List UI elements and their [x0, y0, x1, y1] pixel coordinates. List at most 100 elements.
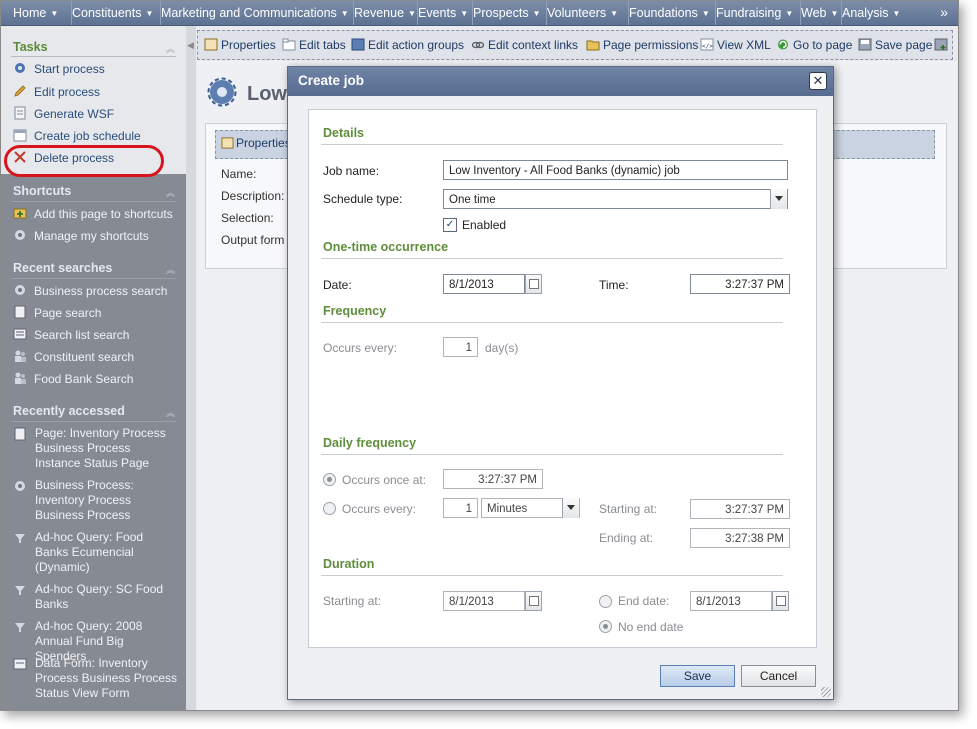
recent-item-label: Ad-hoc Query: Food Banks Ecumencial (Dyn…	[35, 530, 144, 574]
page-icon	[14, 305, 26, 319]
toolbar-save-page[interactable]: Save page	[858, 31, 932, 59]
recent-item[interactable]: Ad-hoc Query: Food Banks Ecumencial (Dyn…	[13, 530, 178, 575]
duration-start-date-input[interactable]: 8/1/2013	[443, 591, 525, 611]
list-icon	[13, 328, 27, 340]
chevron-down-icon: ▼	[892, 9, 901, 18]
chevron-down-icon[interactable]	[770, 189, 787, 209]
dialog-title: Create job	[298, 73, 365, 88]
daily-ending-label: Ending at:	[599, 531, 654, 545]
time-input[interactable]: 3:27:37 PM	[690, 274, 790, 294]
recent-search-item[interactable]: Constituent search	[13, 347, 134, 367]
divider	[11, 278, 176, 279]
nav-home[interactable]: Home ▼	[7, 1, 72, 25]
task-start-process[interactable]: Start process	[13, 59, 105, 79]
calendar-icon	[13, 129, 27, 142]
shortcut-add-page[interactable]: Add this page to shortcuts	[13, 204, 173, 224]
toolbar-more[interactable]	[934, 31, 951, 59]
nav-constituents[interactable]: Constituents ▼	[66, 1, 161, 25]
occurs-every-days-input[interactable]: 1	[443, 337, 478, 357]
nav-label: Events	[418, 6, 457, 20]
occurs-once-time-input[interactable]: 3:27:37 PM	[443, 469, 543, 489]
collapse-left-icon[interactable]: ◀	[187, 40, 194, 51]
job-name-label: Job name:	[323, 164, 380, 178]
divider	[321, 454, 783, 455]
collapse-icon[interactable]: ︽	[166, 263, 175, 276]
toolbar-page-permissions[interactable]: Page permissions	[586, 31, 698, 59]
date-input[interactable]: 8/1/2013	[443, 274, 525, 294]
sidebar-splitter[interactable]: ◀	[186, 26, 196, 710]
collapse-icon[interactable]: ︽	[166, 406, 175, 419]
recent-search-item[interactable]: Page search	[13, 303, 101, 323]
calendar-icon[interactable]	[525, 274, 542, 294]
collapse-icon[interactable]: ︽	[166, 186, 175, 199]
daily-ending-time-input[interactable]: 3:27:38 PM	[690, 528, 790, 548]
calendar-icon[interactable]	[525, 591, 542, 611]
no-end-date-label: No end date	[618, 620, 684, 634]
schedule-type-select[interactable]: One time	[443, 189, 788, 209]
frequency-heading: Frequency	[323, 304, 387, 318]
toolbar-edit-action-groups[interactable]: Edit action groups	[351, 31, 464, 59]
recent-search-label: Constituent search	[34, 350, 135, 364]
nav-foundations[interactable]: Foundations ▼	[623, 1, 716, 25]
toolbar-edit-tabs[interactable]: Edit tabs	[282, 31, 346, 59]
toolbar-edit-context-links[interactable]: Edit context links	[471, 31, 578, 59]
task-generate-wsf[interactable]: Generate WSF	[13, 104, 114, 124]
job-name-input[interactable]: Low Inventory - All Food Banks (dynamic)…	[443, 160, 788, 180]
save-button[interactable]: Save	[660, 665, 735, 687]
enabled-label: Enabled	[462, 218, 507, 232]
time-label: Time:	[599, 278, 629, 292]
recent-search-item[interactable]: Search list search	[13, 325, 129, 345]
daily-starting-time-input[interactable]: 3:27:37 PM	[690, 499, 790, 519]
calendar-icon[interactable]	[772, 591, 789, 611]
svg-text:</>: </>	[702, 43, 713, 50]
field-label: Name:	[221, 167, 257, 181]
enabled-checkbox[interactable]: ✓	[443, 218, 457, 232]
occurs-once-label: Occurs once at:	[342, 473, 427, 487]
add-shortcut-icon	[13, 208, 27, 219]
schedule-type-label: Schedule type:	[323, 192, 403, 206]
shortcut-manage[interactable]: Manage my shortcuts	[13, 226, 149, 246]
nav-more-button[interactable]: »	[940, 1, 948, 25]
nav-web[interactable]: Web ▼	[795, 1, 842, 25]
people-icon	[15, 350, 26, 362]
chevron-down-icon: ▼	[785, 9, 794, 18]
recent-item[interactable]: Data Form: Inventory Process Business Pr…	[13, 656, 178, 701]
end-date-input[interactable]: 8/1/2013	[690, 591, 772, 611]
nav-events[interactable]: Events ▼	[412, 1, 473, 25]
nav-prospects[interactable]: Prospects ▼	[467, 1, 547, 25]
properties-tab-label: Properties	[221, 136, 291, 150]
cancel-button[interactable]: Cancel	[741, 665, 816, 687]
recent-item[interactable]: Page: Inventory Process Business Process…	[13, 426, 178, 471]
task-edit-process[interactable]: Edit process	[13, 82, 100, 102]
no-end-date-radio[interactable]	[599, 620, 612, 633]
collapse-icon[interactable]: ︽	[166, 42, 175, 55]
occurs-every-interval-input[interactable]: 1	[443, 498, 478, 518]
recent-search-item[interactable]: Business process search	[13, 281, 167, 301]
occurs-once-radio[interactable]	[323, 473, 336, 486]
toolbar-label: Save page	[875, 38, 933, 52]
nav-revenue[interactable]: Revenue ▼	[348, 1, 418, 25]
toolbar-properties[interactable]: Properties	[204, 31, 276, 59]
nav-fundraising[interactable]: Fundraising ▼	[710, 1, 801, 25]
one-time-heading: One-time occurrence	[323, 240, 449, 254]
recent-item[interactable]: Business Process: Inventory Process Busi…	[13, 478, 178, 523]
task-create-job-schedule[interactable]: Create job schedule	[13, 126, 141, 146]
chevron-down-icon[interactable]	[562, 498, 579, 518]
close-icon[interactable]: ✕	[809, 72, 827, 90]
query-icon	[15, 623, 25, 632]
recent-search-item[interactable]: Food Bank Search	[13, 369, 133, 389]
toolbar-view-xml[interactable]: </> View XML	[700, 31, 771, 59]
end-date-radio[interactable]	[599, 595, 612, 608]
gear-icon	[15, 230, 25, 240]
nav-analysis[interactable]: Analysis ▼	[836, 1, 912, 25]
occurs-every-radio[interactable]	[323, 502, 336, 515]
divider	[11, 56, 176, 57]
nav-label: Web	[801, 6, 827, 20]
nav-marketing[interactable]: Marketing and Communications ▼	[155, 1, 354, 25]
resize-grip[interactable]	[821, 687, 831, 697]
recent-item[interactable]: Ad-hoc Query: SC Food Banks	[13, 582, 178, 612]
nav-volunteers[interactable]: Volunteers ▼	[541, 1, 629, 25]
dialog-title-bar[interactable]: Create job ✕	[288, 67, 833, 96]
field-label: Selection:	[221, 211, 274, 225]
toolbar-go-to-page[interactable]: Go to page	[776, 31, 852, 59]
